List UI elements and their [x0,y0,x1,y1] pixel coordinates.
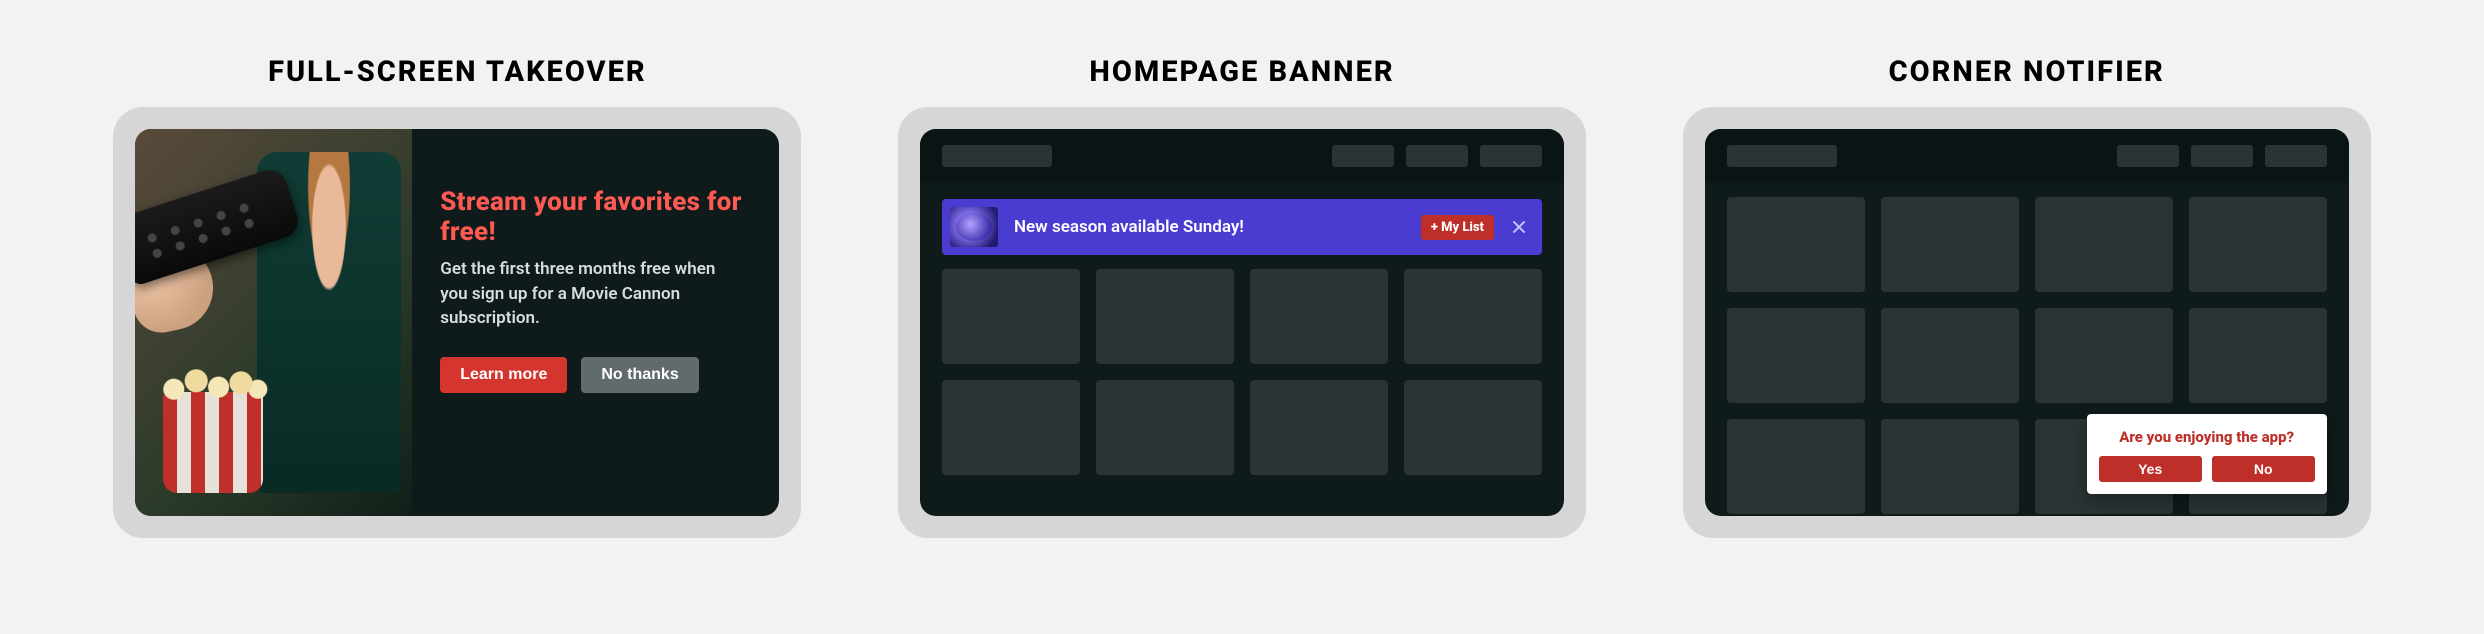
nav-item-placeholder [2191,145,2253,167]
content-tile[interactable] [1404,380,1542,475]
panel-title: CORNER NOTIFIER [1889,55,2165,89]
banner-cta-button[interactable]: + My List [1421,215,1494,240]
content-tile[interactable] [1727,197,1865,292]
takeover-image [135,129,412,516]
corner-notifier: Are you enjoying the app? Yes No [2087,414,2327,494]
content-tile[interactable] [2035,197,2173,292]
content-row [1727,197,2327,292]
content-tile[interactable] [1881,308,2019,403]
notifier-no-button[interactable]: No [2212,456,2315,482]
panel-title: HOMEPAGE BANNER [1089,55,1394,89]
nav-placeholder [2117,145,2327,167]
notifier-question: Are you enjoying the app? [2099,428,2315,446]
nav-item-placeholder [2117,145,2179,167]
close-icon[interactable] [1510,218,1528,236]
content-tile[interactable] [1727,308,1865,403]
homepage-banner[interactable]: New season available Sunday! + My List [942,199,1542,255]
content-tile[interactable] [1881,197,2019,292]
content-row [942,269,1542,364]
device-frame: Are you enjoying the app? Yes No [1683,107,2371,538]
no-thanks-button[interactable]: No thanks [581,357,698,393]
content-tile[interactable] [942,380,1080,475]
content-tile[interactable] [1096,380,1234,475]
content-tile[interactable] [942,269,1080,364]
nav-item-placeholder [1332,145,1394,167]
content-row [1727,308,2327,403]
logo-placeholder [942,145,1052,167]
nav-item-placeholder [1406,145,1468,167]
diagram-row: FULL-SCREEN TAKEOVER Stream your favorit… [0,0,2484,538]
tv-header [920,129,1564,183]
illustration-popcorn [163,392,263,493]
device-frame: Stream your favorites for free! Get the … [113,107,801,538]
content-tile[interactable] [2189,308,2327,403]
panel-homepage-banner: HOMEPAGE BANNER New season available Sun… [880,55,1605,538]
notifier-button-row: Yes No [2099,456,2315,482]
nav-item-placeholder [2265,145,2327,167]
tv-header [1705,129,2349,183]
panel-full-screen-takeover: FULL-SCREEN TAKEOVER Stream your favorit… [95,55,820,538]
logo-placeholder [1727,145,1837,167]
content-tile[interactable] [2035,308,2173,403]
banner-thumbnail [950,207,998,247]
nav-placeholder [1332,145,1542,167]
content-tile[interactable] [1727,419,1865,514]
panel-title: FULL-SCREEN TAKEOVER [268,55,647,89]
takeover-layout: Stream your favorites for free! Get the … [135,129,779,516]
content-tile[interactable] [1250,269,1388,364]
notifier-yes-button[interactable]: Yes [2099,456,2202,482]
takeover-headline: Stream your favorites for free! [440,187,745,247]
takeover-copy: Stream your favorites for free! Get the … [412,129,779,516]
nav-item-placeholder [1480,145,1542,167]
content-tile[interactable] [2189,197,2327,292]
tv-screen: New season available Sunday! + My List [920,129,1564,516]
content-tile[interactable] [1881,419,2019,514]
content-tile[interactable] [1250,380,1388,475]
tv-screen: Are you enjoying the app? Yes No [1705,129,2349,516]
device-frame: New season available Sunday! + My List [898,107,1586,538]
learn-more-button[interactable]: Learn more [440,357,567,393]
tv-screen: Stream your favorites for free! Get the … [135,129,779,516]
content-grid [920,255,1564,489]
content-row [942,380,1542,475]
takeover-button-row: Learn more No thanks [440,357,745,393]
takeover-body: Get the first three months free when you… [440,257,745,331]
banner-message: New season available Sunday! [1014,217,1405,237]
panel-corner-notifier: CORNER NOTIFIER [1664,55,2389,538]
content-tile[interactable] [1096,269,1234,364]
content-tile[interactable] [1404,269,1542,364]
